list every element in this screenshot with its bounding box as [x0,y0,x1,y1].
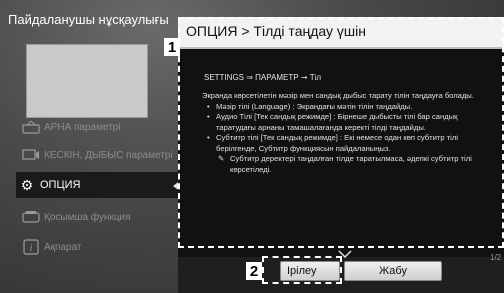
sidebar-title: Пайдаланушы нұсқаулығы [8,12,169,27]
bullet-item: • Мәзір тілі (Language) : Экрандағы мәтін… [207,101,413,111]
page-indicator: 1/2 [490,253,502,262]
dialog-title: ОПЦИЯ > Тілді таңдау үшін [186,23,366,39]
help-dialog: ОПЦИЯ > Тілді таңдау үшін SETTINGS ⇒ ПАР… [178,17,504,293]
sidebar-item-info[interactable]: i Ақпарат [20,234,180,260]
dialog-title-bar: ОПЦИЯ > Тілді таңдау үшін [178,17,504,49]
sidebar-item-label: КЕСКІН, ДЫБЫС параметрі [44,149,173,161]
scroll-down-icon[interactable] [338,250,352,258]
plus-function-icon [20,208,42,226]
intro-text: Экранда көрсетілетін мәзір мен сандық ды… [202,91,474,100]
note-item: ✎ Субтитр деректері таңдалған тілде тарат… [218,154,472,174]
sidebar-item-option[interactable]: ⚙ ОПЦИЯ [16,172,182,198]
dialog-content: SETTINGS ⇒ ПАРАМЕТР ➞ Тіл Экранда көрсет… [178,49,504,257]
dialog-body: Экранда көрсетілетін мәзір мен сандық ды… [202,91,498,175]
svg-text:i: i [30,243,33,254]
listen-button[interactable]: Ірілеу [280,261,340,281]
sidebar-item-channel[interactable]: АРНА параметрі [20,114,180,140]
sidebar-item-extra-function[interactable]: Қосымша функция [20,204,180,230]
bullet-item: • Субтитр тілі [Тек сандық режимде] : Екі… [207,133,458,153]
sidebar-item-label: ОПЦИЯ [40,179,81,191]
bullet-item: • Аудио Тілі [Тек сандық режимде] : Бірне… [207,112,458,132]
antenna-icon [20,118,42,136]
gear-icon: ⚙ [20,176,34,193]
info-icon: i [20,238,42,256]
sidebar-item-picture-sound[interactable]: КЕСКІН, ДЫБЫС параметрі [20,142,180,168]
settings-path: SETTINGS ⇒ ПАРАМЕТР ➞ Тіл [204,73,322,82]
callout-badge-2: 2 [246,262,262,280]
note-icon: ✎ [218,154,225,163]
sidebar-item-label: Қосымша функция [44,211,131,223]
sidebar-item-label: АРНА параметрі [44,121,121,133]
close-button[interactable]: Жабу [344,261,442,281]
screen: Пайдаланушы нұсқаулығы АРНА параметрі КЕ… [0,0,504,293]
callout-badge-1: 1 [164,38,180,56]
preview-thumbnail [26,44,148,118]
sidebar-item-label: Ақпарат [44,241,82,253]
picture-sound-icon [20,146,42,164]
